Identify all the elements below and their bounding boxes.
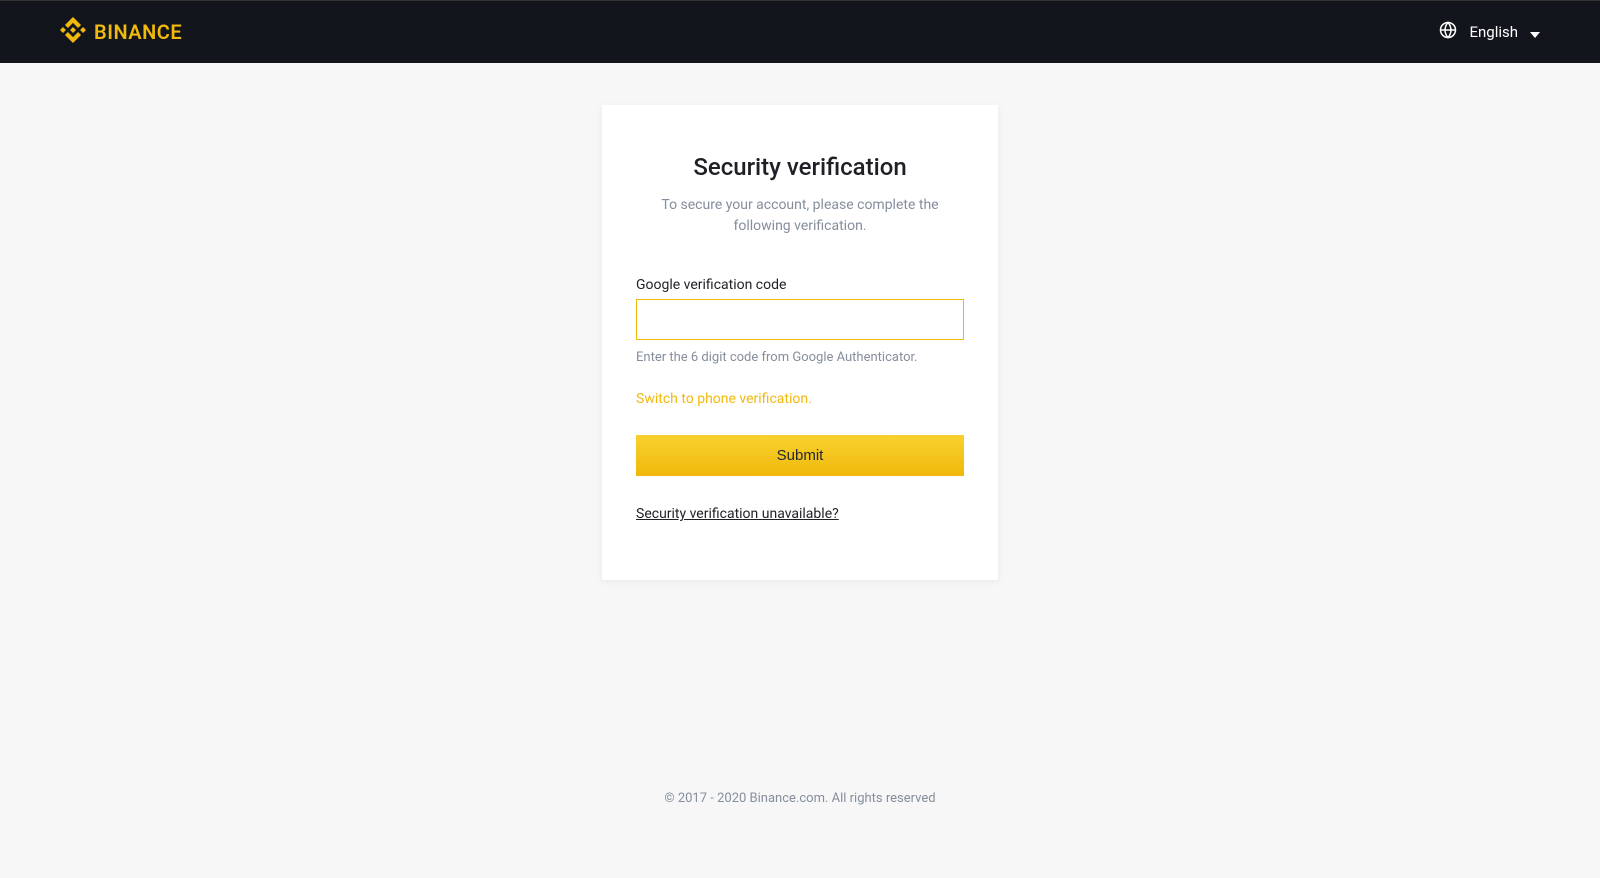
switch-verification-link[interactable]: Switch to phone verification. [636,391,964,407]
submit-button[interactable]: Submit [636,435,964,476]
main-content: Security verification To secure your acc… [0,63,1600,580]
brand-logo[interactable]: BINANCE [60,17,182,47]
language-label: English [1469,23,1518,41]
verification-unavailable-link[interactable]: Security verification unavailable? [636,506,964,522]
card-subtitle: To secure your account, please complete … [636,195,964,237]
brand-text: BINANCE [94,20,182,44]
code-helper-text: Enter the 6 digit code from Google Authe… [636,350,964,365]
chevron-down-icon [1530,23,1540,42]
language-selector[interactable]: English [1439,21,1540,43]
card-title: Security verification [636,153,964,181]
verification-code-input[interactable] [636,299,964,340]
footer: © 2017 - 2020 Binance.com. All rights re… [0,791,1600,806]
binance-logo-icon [60,17,86,47]
code-field-label: Google verification code [636,277,964,293]
header: BINANCE English [0,1,1600,63]
copyright-text: © 2017 - 2020 Binance.com. All rights re… [664,791,935,806]
verification-card: Security verification To secure your acc… [602,105,998,580]
globe-icon [1439,21,1457,43]
